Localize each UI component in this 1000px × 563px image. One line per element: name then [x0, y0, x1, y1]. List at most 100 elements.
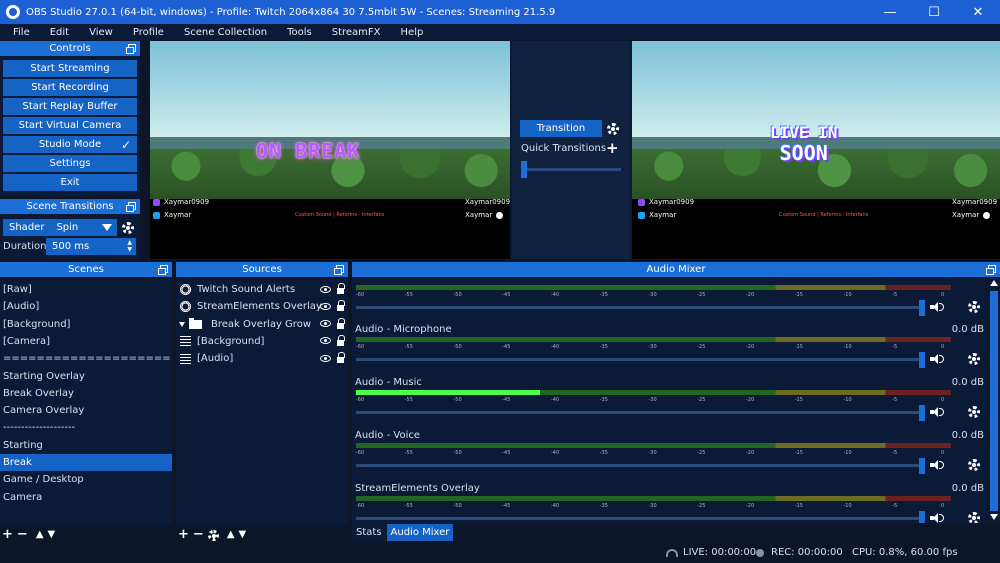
gear-icon[interactable] [207, 529, 219, 541]
start-replay-buffer-button[interactable]: Start Replay Buffer [3, 98, 137, 115]
menu-scene-collection[interactable]: Scene Collection [177, 27, 280, 38]
eye-icon[interactable] [320, 337, 331, 345]
scene-item[interactable]: [Camera] [0, 333, 172, 350]
lock-icon[interactable] [337, 334, 345, 346]
scene-item[interactable]: [Background] [0, 316, 172, 333]
undock-icon[interactable] [158, 265, 168, 275]
expand-icon[interactable] [179, 321, 185, 327]
menu-tools[interactable]: Tools [280, 27, 325, 38]
menu-streamfx[interactable]: StreamFX [325, 27, 394, 38]
move-up-button[interactable]: ▲ [227, 528, 235, 542]
settings-button[interactable]: Settings [3, 155, 137, 172]
lock-icon[interactable] [337, 352, 345, 364]
tab-audio-mixer[interactable]: Audio Mixer [386, 524, 454, 541]
volume-slider-handle[interactable] [919, 300, 925, 316]
scene-item[interactable]: Break [0, 454, 172, 471]
start-recording-button[interactable]: Start Recording [3, 79, 137, 96]
scene-item[interactable]: Game / Desktop [0, 471, 172, 488]
lock-icon[interactable] [337, 300, 345, 312]
close-button[interactable]: ✕ [956, 0, 1000, 24]
gear-icon[interactable] [968, 301, 980, 313]
studio-mode-button[interactable]: Studio Mode ✓ [3, 136, 137, 153]
scroll-down-icon[interactable] [990, 514, 998, 520]
mixer-scrollbar[interactable] [989, 277, 999, 523]
speaker-icon[interactable] [930, 513, 944, 523]
gear-icon[interactable] [968, 459, 980, 471]
scene-item[interactable]: Starting [0, 437, 172, 454]
volume-slider[interactable] [356, 358, 922, 361]
undock-icon[interactable] [126, 44, 136, 54]
scroll-up-icon[interactable] [990, 280, 998, 286]
volume-slider-handle[interactable] [919, 405, 925, 421]
scroll-thumb[interactable] [990, 291, 998, 511]
menu-profile[interactable]: Profile [126, 27, 177, 38]
speaker-icon[interactable] [930, 354, 944, 364]
scene-item[interactable]: Camera Overlay [0, 402, 172, 419]
gear-icon[interactable] [968, 512, 980, 523]
transition-type-select[interactable]: Shader Spin [3, 219, 117, 236]
source-item[interactable]: StreamElements Overlay [176, 298, 348, 315]
eye-icon[interactable] [320, 320, 331, 328]
volume-slider[interactable] [356, 517, 922, 520]
undock-icon[interactable] [126, 202, 136, 212]
scene-item[interactable]: [Audio] [0, 298, 172, 315]
gear-icon[interactable] [607, 123, 619, 135]
scene-item[interactable]: -------------------- [0, 419, 172, 436]
start-streaming-button[interactable]: Start Streaming [3, 60, 137, 77]
lock-icon[interactable] [337, 317, 345, 329]
spin-arrows-icon[interactable]: ▲ ▼ [127, 239, 132, 253]
volume-slider[interactable] [356, 464, 922, 467]
scene-item[interactable]: [Raw] [0, 281, 172, 298]
scene-item[interactable]: Camera [0, 489, 172, 506]
exit-button[interactable]: Exit [3, 174, 137, 191]
menu-file[interactable]: File [6, 27, 43, 38]
add-source-button[interactable]: + [178, 528, 189, 542]
volume-slider-handle[interactable] [919, 458, 925, 474]
duration-spinbox[interactable]: 500 ms ▲ ▼ [46, 238, 136, 255]
source-item[interactable]: [Audio] [176, 350, 348, 367]
minimize-button[interactable]: — [868, 0, 912, 24]
menu-help[interactable]: Help [394, 27, 437, 38]
program-screen[interactable]: LIVE IN SOON Xaymar0909 Xaymar Xaymar090… [632, 41, 1000, 259]
remove-source-button[interactable]: − [193, 528, 204, 542]
speaker-icon[interactable] [930, 302, 944, 312]
tick-label: 0 [941, 344, 945, 350]
scene-item[interactable]: Break Overlay [0, 385, 172, 402]
eye-icon[interactable] [320, 354, 331, 362]
t-bar-track[interactable] [521, 168, 621, 171]
source-item[interactable]: Twitch Sound Alerts [176, 281, 348, 298]
eye-icon[interactable] [320, 285, 331, 293]
gear-icon[interactable] [122, 222, 134, 234]
add-quick-transition-icon[interactable]: + [606, 139, 619, 157]
tab-stats[interactable]: Stats [352, 524, 386, 541]
add-scene-button[interactable]: + [2, 528, 13, 542]
maximize-button[interactable]: ☐ [912, 0, 956, 24]
undock-icon[interactable] [334, 265, 344, 275]
volume-slider[interactable] [356, 411, 922, 414]
remove-scene-button[interactable]: − [17, 528, 28, 542]
undock-icon[interactable] [986, 265, 996, 275]
move-down-button[interactable]: ▼ [48, 528, 56, 542]
eye-icon[interactable] [320, 302, 331, 310]
move-down-button[interactable]: ▼ [239, 528, 247, 542]
volume-slider-handle[interactable] [919, 511, 925, 523]
move-up-button[interactable]: ▲ [36, 528, 44, 542]
source-item[interactable]: Break Overlay Grow [176, 316, 348, 333]
menu-edit[interactable]: Edit [43, 27, 82, 38]
start-virtual-camera-button[interactable]: Start Virtual Camera [3, 117, 137, 134]
scenes-list: [Raw] [Audio] [Background] [Camera] ========… [0, 279, 172, 525]
volume-slider-handle[interactable] [919, 352, 925, 368]
speaker-icon[interactable] [930, 407, 944, 417]
gear-icon[interactable] [968, 406, 980, 418]
menu-view[interactable]: View [82, 27, 126, 38]
source-item[interactable]: [Background] [176, 333, 348, 350]
lock-icon[interactable] [337, 283, 345, 294]
transition-button[interactable]: Transition [520, 120, 602, 137]
gear-icon[interactable] [968, 353, 980, 365]
scene-item[interactable]: Starting Overlay [0, 368, 172, 385]
speaker-icon[interactable] [930, 460, 944, 470]
scene-item[interactable]: ==================== [0, 350, 172, 367]
volume-slider[interactable] [356, 306, 922, 309]
t-bar-handle[interactable] [521, 161, 527, 178]
preview-screen[interactable]: ON BREAK Xaymar0909 Xaymar Xaymar0909 Xa… [150, 41, 510, 259]
